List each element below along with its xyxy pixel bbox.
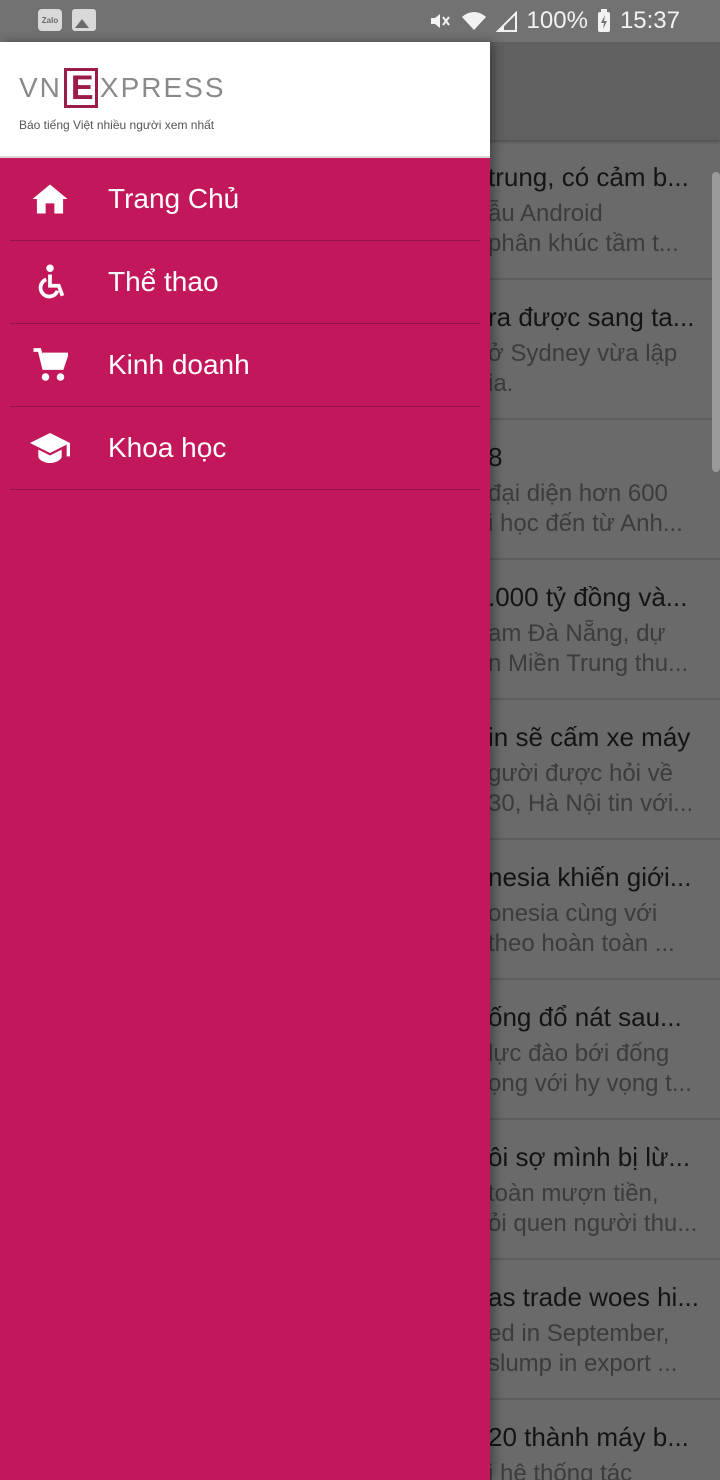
- shopping-cart-icon: [30, 345, 70, 385]
- article-snippet: am Đà Nẵng, dự: [488, 620, 666, 647]
- mute-icon: [428, 9, 452, 33]
- scrollbar[interactable]: [712, 172, 720, 472]
- article-snippet: ọng với hy vọng t...: [488, 1070, 692, 1097]
- logo-tagline: Báo tiếng Việt nhiều người xem nhất: [19, 118, 215, 132]
- article-title: ôi sợ mình bị lừ...: [488, 1142, 691, 1172]
- battery-charging-icon: [597, 9, 611, 33]
- article-snippet: theo hoàn toàn ...: [488, 930, 675, 957]
- article-snippet: ia.: [488, 370, 514, 397]
- drawer-item-home[interactable]: Trang Chủ: [10, 158, 480, 241]
- article-snippet: gười được hỏi về: [488, 760, 674, 787]
- status-bar: Zalo 100% 15:37: [0, 0, 720, 42]
- article-snippet: slump in export ...: [488, 1350, 678, 1377]
- drawer-item-label: Trang Chủ: [108, 183, 240, 214]
- article-title: trung, có cảm b...: [488, 162, 689, 192]
- clock: 15:37: [619, 7, 680, 34]
- drawer-item-science[interactable]: Khoa học: [10, 407, 480, 490]
- drawer-header: VN E XPRESS Báo tiếng Việt nhiều người x…: [0, 42, 490, 158]
- article-snippet: i học đến từ Anh...: [488, 510, 683, 537]
- home-icon: [30, 179, 70, 219]
- gallery-icon: [72, 9, 96, 31]
- vnexpress-logo: VN E XPRESS: [19, 68, 226, 108]
- article-snippet: n Miền Trung thu...: [488, 650, 689, 677]
- navigation-drawer: VN E XPRESS Báo tiếng Việt nhiều người x…: [0, 42, 490, 1480]
- battery-percent: 100%: [526, 7, 588, 34]
- article-title: as trade woes hi...: [488, 1282, 699, 1312]
- accessible-icon: [30, 262, 70, 302]
- drawer-item-sports[interactable]: Thể thao: [10, 241, 480, 324]
- article-snippet: onesia cùng với: [488, 900, 658, 927]
- drawer-item-label: Khoa học: [108, 432, 227, 463]
- zalo-icon: Zalo: [38, 9, 62, 31]
- article-snippet: lực đào bới đống: [488, 1040, 670, 1067]
- article-title: in sẽ cấm xe máy: [488, 722, 691, 752]
- drawer-item-label: Kinh doanh: [108, 349, 250, 380]
- article-title: .000 tỷ đồng và...: [488, 582, 688, 612]
- signal-icon: [495, 10, 518, 32]
- article-title: 20 thành máy b...: [488, 1422, 689, 1452]
- article-snippet: ỏi quen người thu...: [488, 1210, 698, 1237]
- drawer-item-label: Thể thao: [108, 266, 219, 297]
- logo-text-left: VN: [19, 72, 62, 103]
- article-snippet: toàn mượn tiền,: [488, 1180, 659, 1207]
- article-title: ống đổ nát sau...: [488, 1002, 682, 1032]
- article-title: nesia khiến giới...: [488, 862, 692, 892]
- graduation-cap-icon: [30, 428, 70, 468]
- article-snippet: 30, Hà Nội tin với...: [488, 790, 694, 817]
- article-snippet: ẫu Android: [488, 200, 603, 227]
- logo-e-mark: E: [63, 68, 98, 108]
- article-snippet: ở Sydney vừa lập: [488, 340, 678, 367]
- wifi-icon: [461, 10, 487, 32]
- article-snippet: đại diện hơn 600: [488, 480, 668, 507]
- article-snippet: ed in September,: [488, 1320, 670, 1347]
- article-snippet: phân khúc tầm t...: [488, 230, 679, 257]
- article-title: ra được sang ta...: [488, 302, 695, 332]
- drawer-item-business[interactable]: Kinh doanh: [10, 324, 480, 407]
- article-snippet: i hệ thống tác: [488, 1460, 633, 1480]
- article-title: 8: [488, 442, 503, 472]
- logo-text-right: XPRESS: [99, 72, 226, 103]
- drawer-menu: Trang Chủ Thể thao Kinh doanh Khoa học: [0, 158, 490, 490]
